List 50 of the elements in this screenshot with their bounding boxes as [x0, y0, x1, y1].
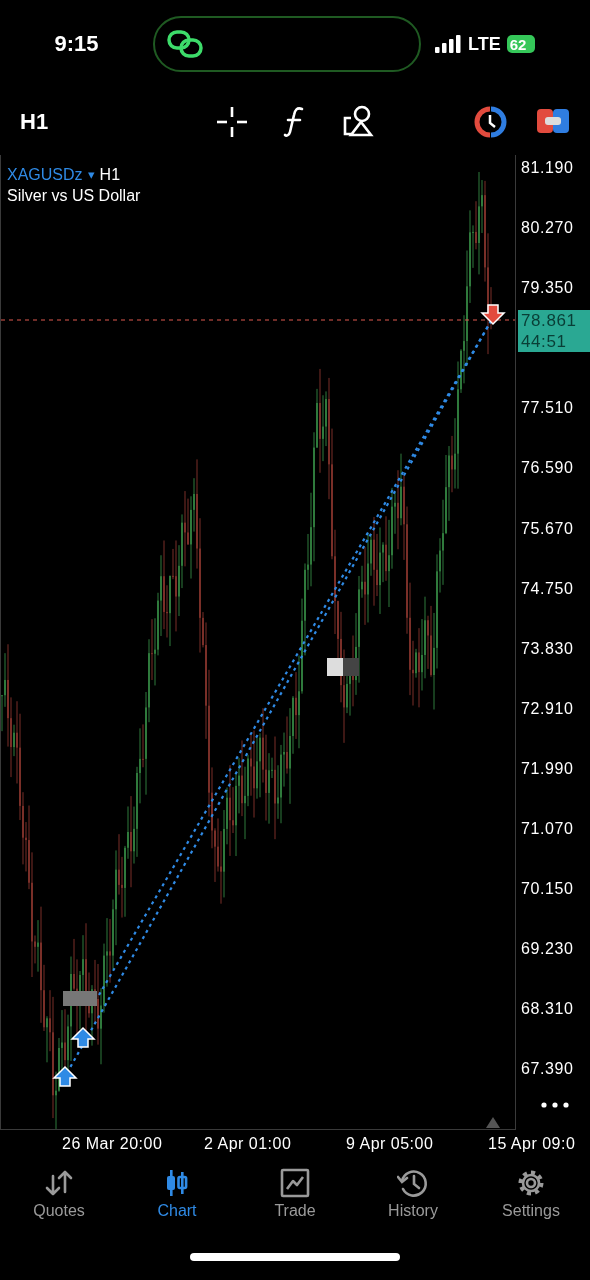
down-arrow-icon [480, 304, 506, 326]
price-label: 71.070 [521, 819, 575, 840]
line-chart-icon [279, 1168, 311, 1198]
time-label: 26 Mar 20:00 [62, 1134, 164, 1154]
arrows-icon [43, 1168, 75, 1198]
history-icon [397, 1168, 429, 1198]
dropdown-caret[interactable]: ▾ [87, 167, 95, 182]
price-label: 75.670 [521, 518, 575, 539]
more-icon[interactable] [541, 1102, 569, 1108]
tab[interactable]: Trade [236, 1162, 354, 1242]
clock-time: 9:15 [53, 31, 100, 57]
price-label: 68.310 [521, 999, 575, 1020]
price-label: 72.910 [521, 698, 575, 719]
price-label: 69.230 [521, 939, 575, 960]
price-label: 70.150 [521, 879, 575, 900]
time-label: 9 Apr 05:00 [346, 1134, 435, 1154]
price-label: 67.390 [521, 1059, 575, 1080]
clock-icon[interactable] [474, 106, 507, 138]
price-label: 81.190 [521, 158, 575, 178]
price-label: 73.830 [521, 638, 575, 659]
network-type: LTE [468, 33, 501, 55]
price-label: 71.990 [521, 758, 575, 779]
link-icon [167, 29, 203, 59]
crosshair-icon[interactable] [216, 106, 248, 138]
function-icon[interactable] [283, 106, 305, 138]
price-label: 77.510 [521, 398, 575, 419]
up-arrow-icon [70, 1026, 96, 1048]
price-label: 80.270 [521, 218, 575, 239]
battery-level: 62 [506, 35, 535, 53]
price-label: 79.350 [521, 278, 575, 299]
current-price-tag: 78.861 44:51 [518, 310, 590, 352]
trade-marker [63, 991, 97, 1006]
price-label: 74.750 [521, 578, 575, 599]
time-label: 15 Apr 09:0 [488, 1134, 576, 1154]
price-label: 76.590 [521, 458, 575, 479]
symbol-name[interactable]: XAGUSDz [7, 166, 83, 183]
up-arrow-icon [52, 1065, 78, 1087]
tab[interactable]: Quotes [0, 1162, 118, 1242]
trade-marker [327, 658, 359, 676]
tab[interactable]: Chart [118, 1162, 236, 1242]
toggle-icon[interactable] [537, 107, 569, 135]
signal-icon [435, 35, 462, 53]
time-label: 2 Apr 01:00 [204, 1134, 293, 1154]
scroll-marker-icon [486, 1117, 500, 1128]
shapes-icon[interactable] [342, 105, 374, 137]
symbol-description: Silver vs US Dollar [7, 187, 141, 204]
chart-timeframe: H1 [99, 166, 121, 183]
tab[interactable]: Settings [472, 1162, 590, 1242]
tab[interactable]: History [354, 1162, 472, 1242]
timeframe-button[interactable]: H1 [20, 109, 49, 135]
